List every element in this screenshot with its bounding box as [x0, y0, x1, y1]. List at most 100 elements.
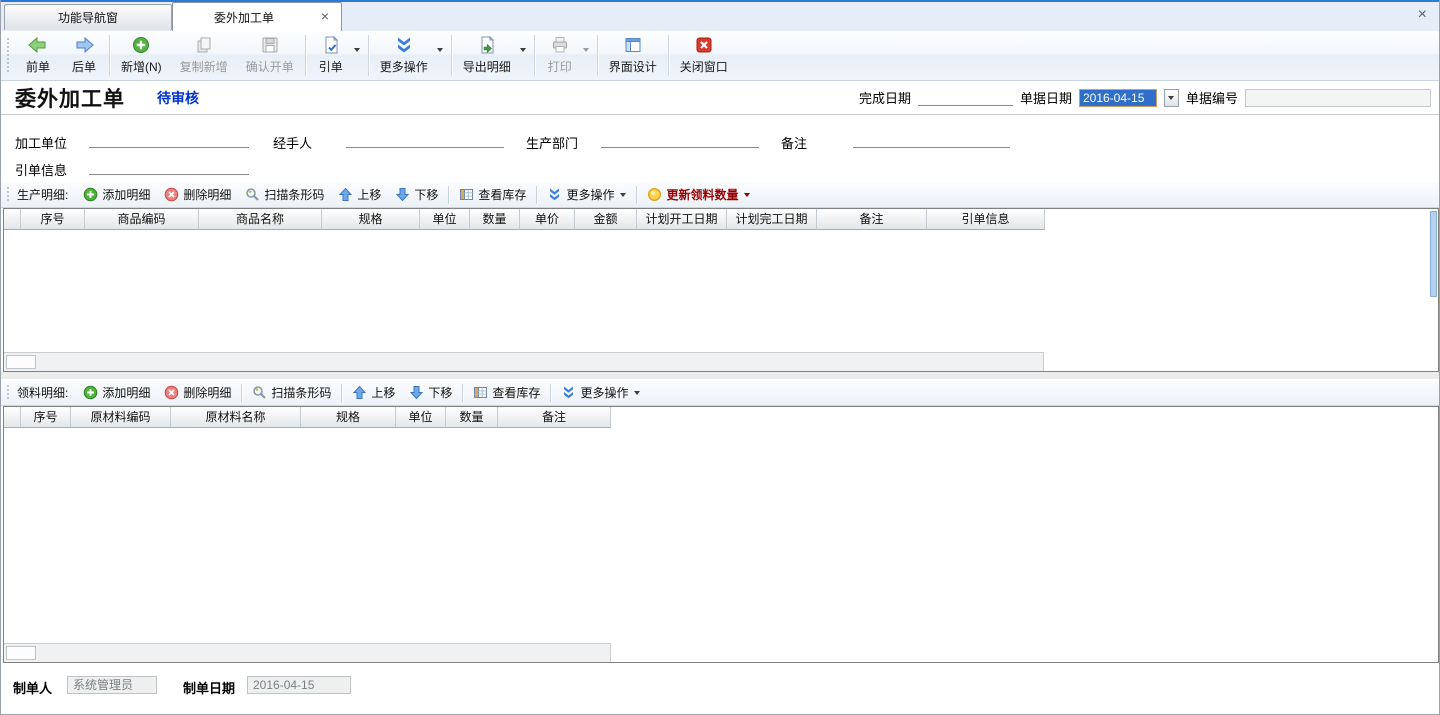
processing-unit-input[interactable] [89, 131, 249, 148]
confirm-bill-button[interactable]: 确认开单 [237, 31, 303, 80]
copy-new-button[interactable]: 复制新增 [171, 31, 237, 80]
production-view-stock-button[interactable]: 查看库存 [452, 184, 533, 205]
dropdown-arrow-icon [1168, 96, 1174, 100]
window-close-icon[interactable]: × [1418, 7, 1427, 23]
production-grid-vscrollbar[interactable] [1430, 211, 1437, 297]
column-header-qty[interactable]: 数量 [470, 209, 520, 230]
production-add-row-button[interactable]: 添加明细 [76, 184, 157, 205]
tab-function-nav[interactable]: 功能导航窗 [4, 4, 172, 30]
handler-input[interactable] [346, 131, 504, 148]
header-fields: 完成日期 单据日期 2016-04-15 单据编号 [859, 88, 1431, 107]
dropdown-arrow-icon [620, 193, 626, 197]
more-actions-dropdown[interactable] [437, 31, 449, 80]
production-dept-input[interactable] [601, 131, 759, 148]
next-bill-button[interactable]: 后单 [61, 31, 107, 80]
column-header-remark[interactable]: 备注 [498, 407, 611, 428]
bill-no-label: 单据编号 [1186, 88, 1238, 107]
material-grid-hscrollbar[interactable] [4, 643, 611, 662]
toolbar-grip[interactable] [6, 384, 11, 401]
production-detail-toolbar: 生产明细: 添加明细 删除明细 扫描条形码 [1, 181, 1439, 208]
column-header-spec[interactable]: 规格 [301, 407, 396, 428]
pull-bill-button[interactable]: 引单 [308, 31, 354, 80]
column-header-unit[interactable]: 单位 [420, 209, 470, 230]
column-header-seq[interactable]: 序号 [21, 209, 85, 230]
toolbar-separator [241, 384, 242, 402]
arrow-down-icon [409, 385, 424, 400]
column-header-spec[interactable]: 规格 [322, 209, 420, 230]
hscrollbar-thumb[interactable] [6, 355, 36, 369]
material-move-down-button[interactable]: 下移 [402, 382, 459, 403]
arrow-down-icon [395, 187, 410, 202]
column-header-seq[interactable]: 序号 [21, 407, 71, 428]
production-move-down-button[interactable]: 下移 [388, 184, 445, 205]
toolbar-grip[interactable] [6, 186, 11, 203]
production-delete-row-button[interactable]: 删除明细 [157, 184, 238, 205]
material-delete-row-button[interactable]: 删除明细 [157, 382, 238, 403]
ref-info-input[interactable] [89, 158, 249, 175]
print-button[interactable]: 打印 [537, 31, 583, 80]
remark-input[interactable] [853, 131, 1010, 148]
pull-bill-icon [320, 35, 342, 55]
creator-value: 系统管理员 [67, 676, 157, 694]
print-dropdown[interactable] [583, 31, 595, 80]
column-header-unit[interactable]: 单位 [396, 407, 446, 428]
material-grid-header: 序号 原材料编码 原材料名称 规格 单位 数量 备注 [4, 407, 1438, 428]
sun-circle-icon [647, 187, 662, 202]
toolbar-separator [597, 35, 598, 76]
production-more-actions-button[interactable]: 更多操作 [540, 184, 633, 205]
document-header: 委外加工单 待审核 完成日期 单据日期 2016-04-15 单据编号 [1, 81, 1439, 115]
toolbar-separator [536, 186, 537, 204]
dropdown-arrow-icon [583, 48, 589, 52]
bill-date-input[interactable]: 2016-04-15 [1079, 89, 1157, 107]
export-icon [476, 35, 498, 55]
tab-close-icon[interactable]: × [321, 9, 329, 23]
more-actions-button[interactable]: 更多操作 [371, 31, 437, 80]
material-grid: 序号 原材料编码 原材料名称 规格 单位 数量 备注 [3, 406, 1439, 663]
export-detail-button[interactable]: 导出明细 [454, 31, 520, 80]
material-move-up-button[interactable]: 上移 [345, 382, 402, 403]
column-header-material-code[interactable]: 原材料编码 [71, 407, 171, 428]
material-scan-barcode-button[interactable]: 扫描条形码 [245, 382, 338, 403]
add-new-button[interactable]: 新增(N) [112, 31, 171, 80]
production-scan-barcode-button[interactable]: 扫描条形码 [238, 184, 331, 205]
material-more-actions-button[interactable]: 更多操作 [554, 382, 647, 403]
column-header-amount[interactable]: 金额 [575, 209, 637, 230]
column-header-remark[interactable]: 备注 [817, 209, 927, 230]
export-detail-dropdown[interactable] [520, 31, 532, 80]
production-move-up-button[interactable]: 上移 [331, 184, 388, 205]
add-circle-icon [130, 35, 152, 55]
toolbar-grip[interactable] [6, 37, 11, 74]
pull-bill-dropdown[interactable] [354, 31, 366, 80]
prev-bill-button[interactable]: 前单 [15, 31, 61, 80]
column-header-material-name[interactable]: 原材料名称 [171, 407, 301, 428]
toolbar-separator [550, 384, 551, 402]
double-chevron-down-icon [561, 385, 576, 400]
finish-date-input[interactable] [918, 89, 1013, 106]
material-view-stock-button[interactable]: 查看库存 [466, 382, 547, 403]
copy-icon [193, 35, 215, 55]
column-header-product-code[interactable]: 商品编码 [85, 209, 199, 230]
bill-no-input[interactable] [1245, 89, 1431, 107]
footer-bar: 制单人 系统管理员 制单日期 2016-04-15 [1, 663, 1439, 713]
bill-date-dropdown[interactable] [1164, 89, 1179, 107]
main-toolbar: 前单 后单 新增(N) 复制新增 [1, 31, 1439, 81]
column-header-price[interactable]: 单价 [520, 209, 575, 230]
ui-design-button[interactable]: 界面设计 [600, 31, 666, 80]
ref-info-label: 引单信息 [15, 160, 67, 179]
update-material-qty-button[interactable]: 更新领料数量 [640, 184, 757, 205]
column-header-plan-start[interactable]: 计划开工日期 [637, 209, 727, 230]
material-add-row-button[interactable]: 添加明细 [76, 382, 157, 403]
tab-label: 功能导航窗 [58, 9, 118, 26]
column-header-plan-finish[interactable]: 计划完工日期 [727, 209, 817, 230]
production-grid-hscrollbar[interactable] [4, 352, 1044, 371]
hscrollbar-thumb[interactable] [6, 646, 36, 660]
column-header-product-name[interactable]: 商品名称 [199, 209, 322, 230]
column-header-qty[interactable]: 数量 [446, 407, 498, 428]
column-header-ref-info[interactable]: 引单信息 [927, 209, 1045, 230]
close-window-button[interactable]: 关闭窗口 [671, 31, 737, 80]
create-date-value: 2016-04-15 [247, 676, 351, 694]
delete-circle-icon [164, 187, 179, 202]
tab-outsourcing-order[interactable]: 委外加工单 × [172, 2, 342, 31]
add-circle-icon [83, 187, 98, 202]
arrow-right-icon [73, 35, 95, 55]
